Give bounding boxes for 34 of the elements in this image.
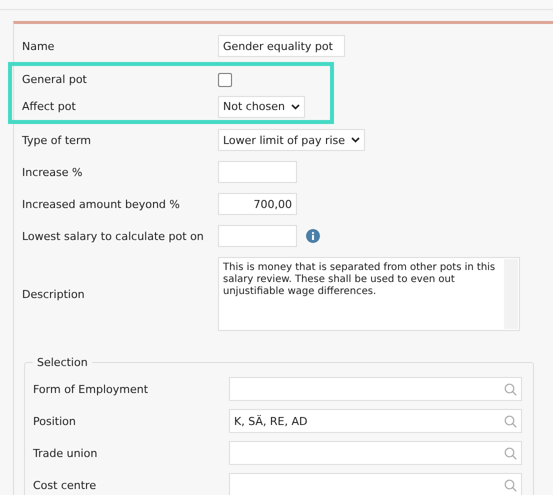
chevron-icon: [351, 137, 360, 143]
field-label: Affect pot: [22, 100, 77, 113]
info-icon[interactable]: [306, 229, 320, 243]
field-label: Description: [22, 288, 86, 300]
search-field[interactable]: [229, 377, 522, 401]
search-icon[interactable]: [504, 446, 517, 460]
field-label: Cost centre: [33, 478, 98, 492]
scrollbar[interactable]: [504, 259, 518, 329]
input-field[interactable]: [218, 161, 297, 183]
text-area[interactable]: This is money that is separated from other pots in this salary review. These shall be used to even out unjustifiable wage differences.: [218, 257, 520, 331]
search-field[interactable]: [229, 441, 522, 465]
field-label: Name: [22, 40, 56, 52]
group-title: Selection: [36, 356, 89, 369]
checkbox[interactable]: [218, 72, 232, 86]
search-icon[interactable]: [504, 478, 517, 492]
search-icon[interactable]: [504, 414, 517, 428]
field-label: Lowest salary to calculate pot on: [22, 230, 205, 242]
search-field[interactable]: K, SÄ, RE, AD: [229, 409, 522, 433]
field-label: Increased amount beyond %: [22, 198, 181, 210]
input-field[interactable]: Gender equality pot: [218, 35, 345, 57]
field-label: Increase %: [22, 166, 84, 178]
field-label: Position: [33, 414, 77, 428]
description-text: This is money that is separated from other pots in this salary review. These shall be used to even out unjustifiable wage differences.: [223, 262, 496, 298]
search-icon[interactable]: [504, 382, 517, 396]
input-field[interactable]: [218, 225, 297, 247]
field-label: Trade union: [33, 446, 98, 460]
field-label: Form of Employment: [33, 382, 150, 396]
field-label: Type of term: [22, 134, 92, 146]
input-field[interactable]: 700,00: [218, 193, 297, 215]
dropdown[interactable]: Not chosen: [218, 96, 305, 118]
search-field[interactable]: [229, 473, 522, 495]
chevron-icon: [291, 104, 300, 110]
field-label: General pot: [22, 73, 88, 86]
dropdown[interactable]: Lower limit of pay rise: [218, 129, 366, 151]
